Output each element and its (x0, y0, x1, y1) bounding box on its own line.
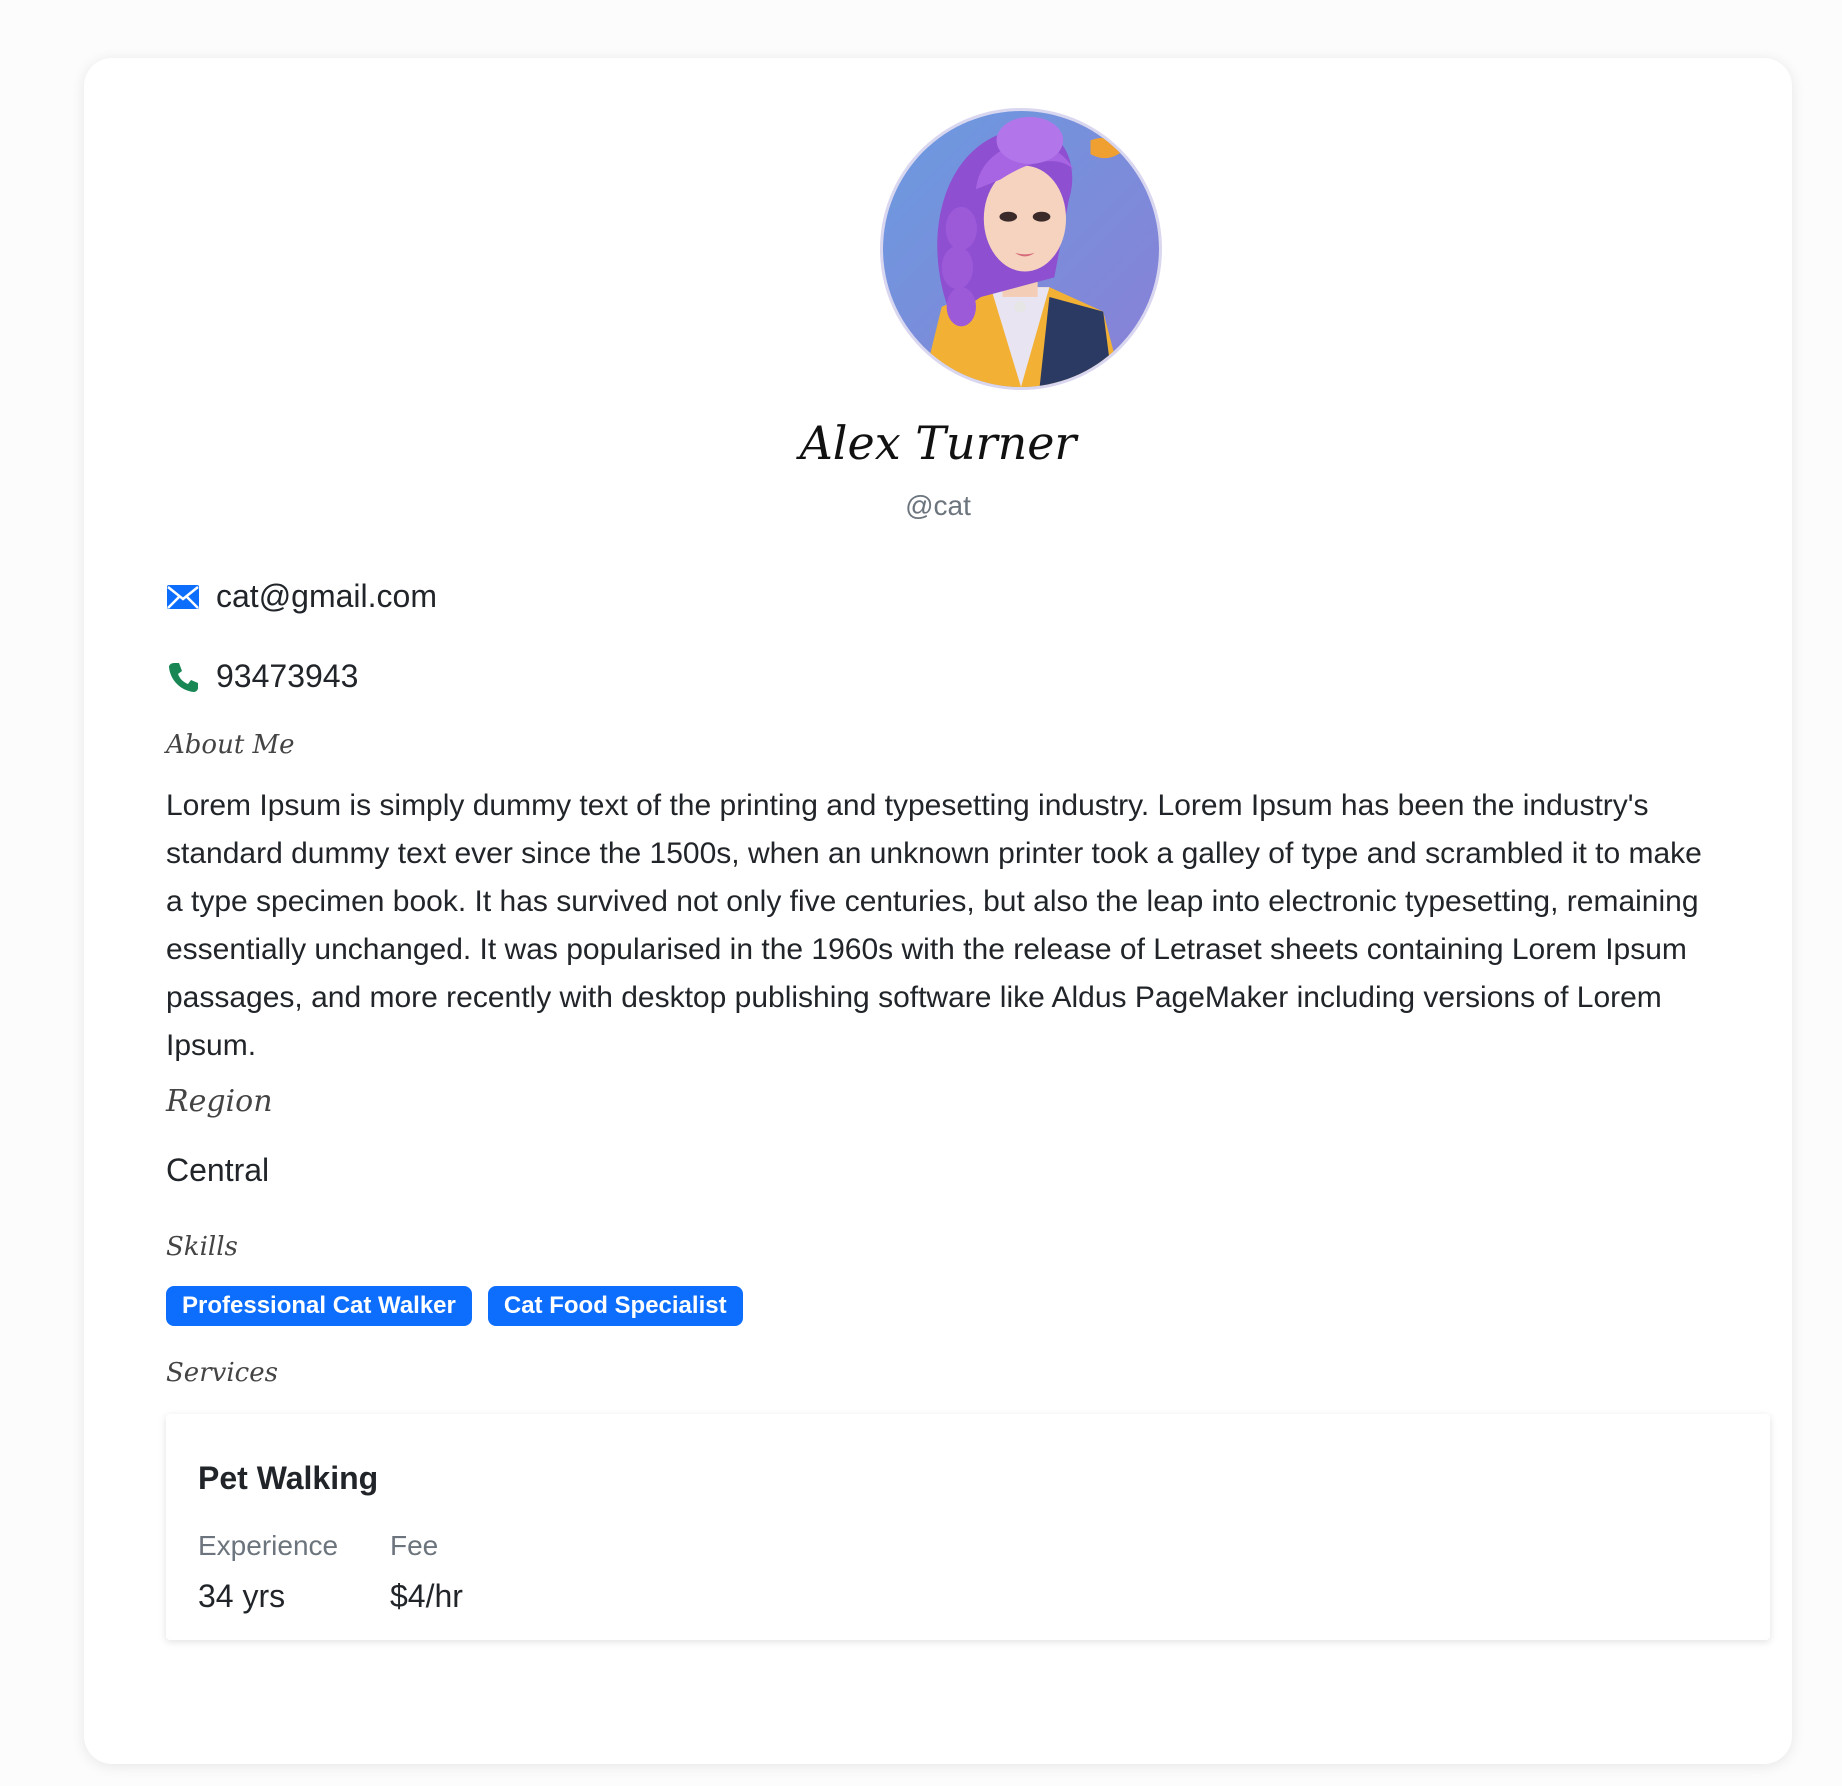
skills-list: Professional Cat Walker Cat Food Special… (166, 1286, 743, 1326)
about-text: Lorem Ipsum is simply dummy text of the … (166, 789, 1702, 1062)
region-value: Central (166, 1152, 270, 1188)
region-label: Region (166, 1084, 273, 1119)
skill-badge: Professional Cat Walker (166, 1286, 472, 1326)
envelope-icon (166, 580, 200, 614)
phone-text[interactable]: 93473943 (216, 658, 358, 695)
phone-row: 93473943 (166, 658, 358, 695)
profile-handle: @cat (905, 490, 971, 521)
experience-label: Experience (198, 1530, 339, 1561)
avatar-illustration (883, 111, 1159, 387)
experience-stat: Experience 34 yrs (198, 1530, 338, 1615)
avatar (880, 108, 1162, 390)
experience-value: 34 yrs (198, 1578, 286, 1614)
skill-badge: Cat Food Specialist (487, 1286, 743, 1326)
fee-label: Fee (390, 1530, 439, 1561)
service-title: Pet Walking (198, 1460, 379, 1496)
email-text[interactable]: cat@gmail.com (216, 578, 437, 615)
services-label: Services (166, 1358, 278, 1388)
fee-stat: Fee $4/hr (390, 1530, 463, 1615)
email-row: cat@gmail.com (166, 578, 437, 615)
about-label: About Me (166, 730, 295, 760)
phone-icon (166, 660, 200, 694)
profile-card: Alex Turner @cat cat@gmail.com 93473943 … (84, 58, 1792, 1764)
skills-label: Skills (166, 1232, 238, 1262)
fee-value: $4/hr (390, 1578, 463, 1614)
profile-name: Alex Turner (799, 416, 1077, 470)
service-card: Pet Walking Experience 34 yrs Fee $4/hr (166, 1414, 1770, 1640)
